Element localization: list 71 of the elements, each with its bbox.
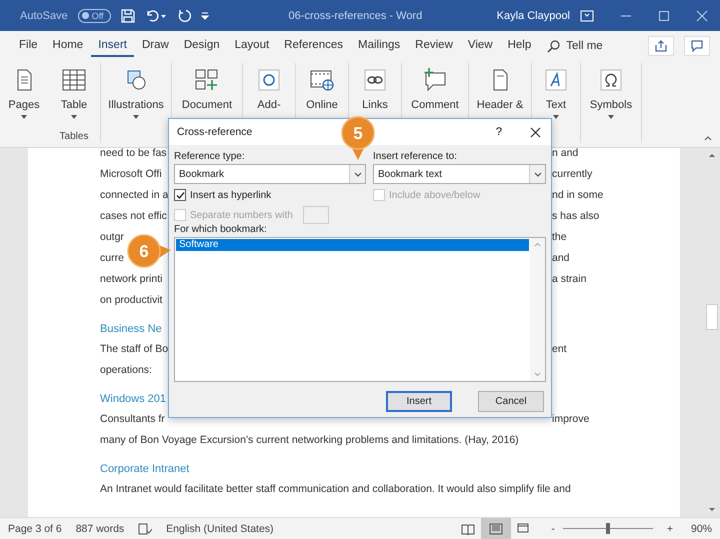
document-text: An Intranet would facilitate better staff communication and collaboration. It would also simplify file and <box>100 482 572 494</box>
reference-type-dropdown[interactable]: Bookmark <box>174 164 366 184</box>
ribbon-tab[interactable]: File <box>12 35 45 57</box>
zoom-in-button[interactable]: + <box>666 522 673 534</box>
ribbon-button[interactable]: Illustrations <box>106 63 166 119</box>
ribbon-button[interactable]: Symbols <box>588 63 634 119</box>
document-text: Windows 201 <box>100 393 168 405</box>
document-text: improve <box>552 412 590 424</box>
document-text: and <box>552 252 571 264</box>
ribbon-tab[interactable]: Layout <box>228 35 276 57</box>
cancel-button[interactable]: Cancel <box>478 391 544 412</box>
ribbon-tab[interactable]: Mailings <box>350 35 408 57</box>
ribbon-button[interactable]: Links <box>359 63 391 111</box>
field-label: Reference type: <box>174 151 246 162</box>
document-text: network printi <box>100 272 164 284</box>
page-count[interactable]: Page 3 of 6 <box>8 522 62 534</box>
document-text: connected in a <box>100 188 168 200</box>
insert-reference-dropdown[interactable]: Bookmark text <box>373 164 546 184</box>
ribbon-tab[interactable]: References <box>277 35 350 57</box>
document-text: Microsoft Offi <box>100 168 163 180</box>
document-text: s has also <box>552 210 600 222</box>
ribbon-tab[interactable]: Draw <box>134 35 176 57</box>
document-text: a strain <box>552 272 588 284</box>
word-count[interactable]: 887 words <box>76 522 124 534</box>
document-text: nd in some <box>552 188 604 200</box>
document-text: ent <box>552 342 568 354</box>
window-title: 06-cross-references - Word <box>288 10 422 22</box>
dialog-title: Cross-reference <box>177 126 252 138</box>
ribbon-tab[interactable]: Insert <box>91 35 134 57</box>
document-text: n and <box>552 148 580 158</box>
ribbon-button[interactable]: Comment <box>409 63 461 111</box>
document-text: operations: <box>100 364 153 376</box>
document-text: the <box>552 230 568 242</box>
document-text: Corporate Intranet <box>100 463 190 475</box>
zoom-level[interactable]: 90% <box>690 522 712 534</box>
autosave-toggle[interactable]: Off <box>78 8 111 22</box>
document-text: The staff of Bo <box>100 342 168 354</box>
field-label: Insert reference to: <box>373 151 458 162</box>
help-button[interactable]: ? <box>490 125 508 139</box>
document-text: need to be fas <box>100 148 168 158</box>
ribbon-button[interactable]: Table <box>58 63 90 119</box>
ribbon-tab[interactable]: Help <box>500 35 538 57</box>
document-text: Business Ne <box>100 323 163 335</box>
document-text: curre <box>100 252 125 264</box>
ribbon-tab[interactable]: Design <box>176 35 227 57</box>
document-text: many of Bon Voyage Excursion’s current networking problems and limitations. (Hay, 2016) <box>100 434 520 446</box>
document-text: Consultants fr <box>100 412 166 424</box>
document-text: outgr <box>100 230 125 242</box>
zoom-out-button[interactable]: - <box>551 522 555 534</box>
field-label: For which bookmark: <box>174 224 268 235</box>
user-name: Kayla Claypool <box>496 10 570 22</box>
ribbon-tab[interactable]: View <box>460 35 500 57</box>
bookmark-list[interactable]: Software <box>174 237 546 382</box>
tell-me-field[interactable]: Tell me <box>566 40 603 52</box>
document-text: currently <box>552 168 594 180</box>
autosave-label: AutoSave <box>20 10 68 22</box>
ribbon-button[interactable]: Text <box>540 63 572 119</box>
ribbon-button[interactable]: Add- <box>253 63 285 111</box>
bookmark-item[interactable]: Software <box>176 239 529 251</box>
ribbon-button[interactable]: Online <box>304 63 340 111</box>
document-text: on productivit <box>100 294 164 306</box>
ribbon-tab[interactable]: Review <box>408 35 460 57</box>
checkbox-option[interactable]: Insert as hyperlink <box>174 186 366 204</box>
ribbon-button[interactable]: Document <box>180 63 234 111</box>
ribbon-tab[interactable]: Home <box>46 35 90 57</box>
language-label[interactable]: English (United States) <box>166 522 274 534</box>
group-caption: Tables <box>60 131 88 142</box>
ribbon-button[interactable]: Pages <box>6 63 42 119</box>
insert-button[interactable]: Insert <box>386 391 452 412</box>
document-text: cases not effic <box>100 210 168 222</box>
ribbon-button[interactable]: Header & <box>474 63 526 111</box>
